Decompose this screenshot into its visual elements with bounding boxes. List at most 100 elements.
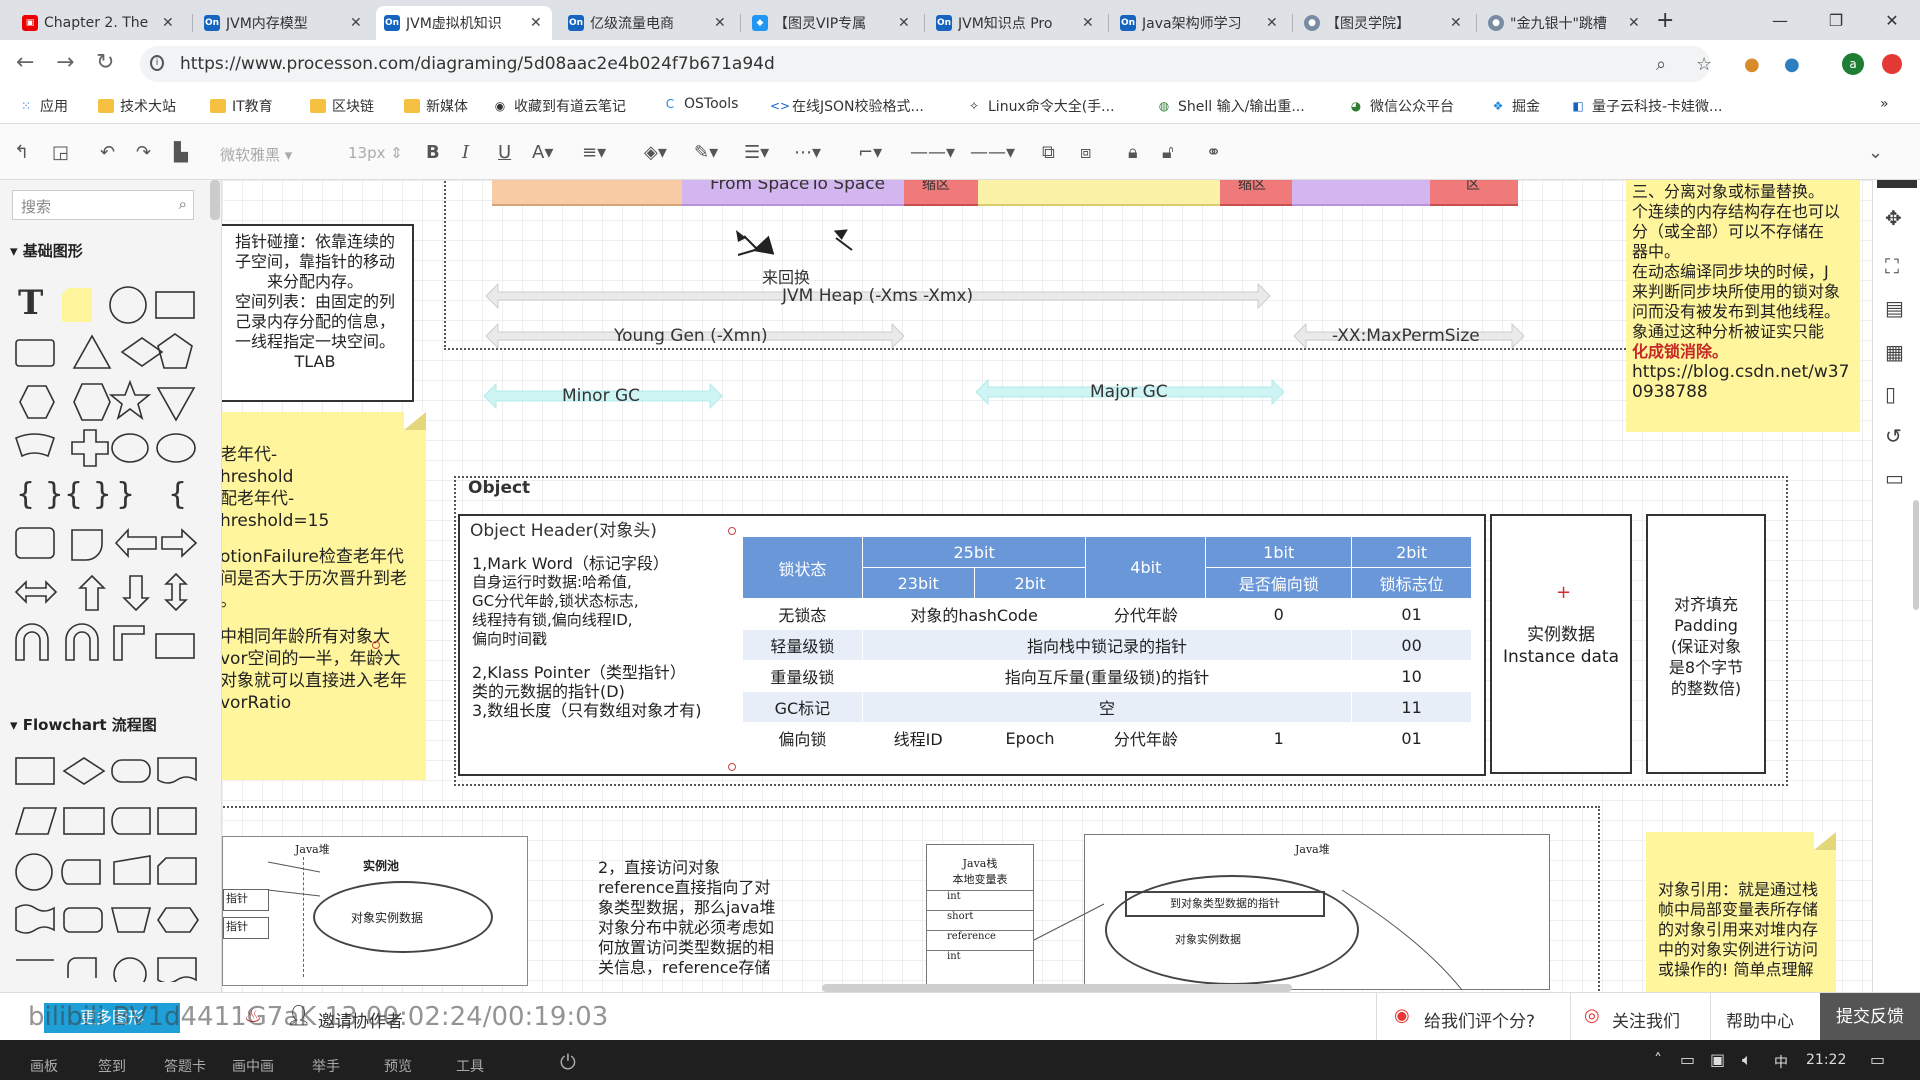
zoom-icon[interactable]: ⌕ (1656, 54, 1666, 75)
send-back-icon[interactable]: ⧈ (1080, 142, 1091, 163)
font-size-select[interactable]: 13px ⇕ (348, 144, 404, 162)
bookmark-folder[interactable]: 区块链 (310, 96, 374, 116)
bookmark-youdao[interactable]: ◉ 收藏到有道云笔记 (492, 96, 626, 116)
profile-avatar[interactable]: a (1842, 53, 1864, 75)
comment-icon[interactable]: ▭ (1885, 466, 1904, 490)
bookmark-wechat[interactable]: ◕ 微信公众平台 (1348, 96, 1454, 116)
old-gen-note[interactable]: 老年代- hreshold 配老年代- hreshold=15 otionFai… (222, 412, 426, 780)
volume-icon[interactable]: 🔈︎ (1742, 1050, 1752, 1070)
network-icon[interactable]: ▣ (1710, 1050, 1725, 1069)
bold-icon[interactable]: B (426, 142, 440, 163)
reload-icon[interactable]: ↻ (96, 50, 114, 75)
feedback-button[interactable]: 提交反馈 (1820, 993, 1920, 1041)
padding-box[interactable]: 对齐填充 Padding (保证对象 是8个字节 的整数倍) (1646, 514, 1766, 774)
bookmark-shell[interactable]: ◍ Shell 输入/输出重... (1156, 96, 1305, 116)
lock-icon[interactable]: 🔒︎ (1128, 142, 1138, 163)
bookmark-folder[interactable]: 新媒体 (404, 96, 468, 116)
new-tab-button[interactable]: + (1656, 8, 1674, 33)
bookmark-quantum[interactable]: ◧ 量子云科技-卡娃微... (1570, 96, 1722, 116)
font-color-icon[interactable]: A▾ (532, 142, 553, 163)
redo-icon[interactable]: ↷ (136, 142, 151, 163)
help-center-button[interactable]: 帮助中心 (1726, 1007, 1794, 1032)
globe-extension-icon[interactable]: ● (1784, 54, 1800, 75)
taskbar-item[interactable]: 预览 (384, 1056, 412, 1076)
tab-jinjiu[interactable]: ● "金九银十"跳槽 ✕ (1480, 6, 1650, 40)
taskbar-item[interactable]: 举手 (312, 1056, 340, 1076)
mark-word-table[interactable]: 锁状态 25bit 4bit 1bit 2bit 23bit 2bit 是否偏向… (742, 536, 1472, 754)
close-icon[interactable]: ✕ (1628, 15, 1642, 31)
fill-color-icon[interactable]: ◈▾ (644, 142, 667, 163)
clock[interactable]: 21:22 (1806, 1052, 1846, 1068)
anchor-point[interactable] (728, 763, 736, 771)
horizontal-scrollbar[interactable] (822, 984, 1292, 992)
tab-tuling[interactable]: ● 【图灵学院】 ✕ (1296, 6, 1472, 40)
battery-icon[interactable]: ▭ (1680, 1050, 1695, 1069)
instance-data-box[interactable]: + 实例数据 Instance data (1490, 514, 1632, 774)
format-painter-icon[interactable]: ▙ (174, 142, 188, 163)
escape-analysis-note[interactable]: 三、分离对象或标量替换。 个连续的内存结构存在也可以 分（或全部）可以不存储在 … (1626, 180, 1860, 432)
file-icon[interactable]: ▯ (1885, 382, 1896, 406)
shapes-icon[interactable]: ◲ (52, 142, 69, 163)
info-icon[interactable]: i (150, 55, 164, 71)
undo-icon[interactable]: ↶ (100, 142, 115, 163)
align-icon[interactable]: ≡▾ (582, 142, 606, 163)
underline-icon[interactable]: U (498, 142, 511, 163)
close-icon[interactable]: ✕ (530, 15, 544, 31)
line-end-icon[interactable]: ——▾ (970, 142, 1015, 163)
style-icon[interactable]: ⛶ (1885, 254, 1899, 278)
basic-shapes-grid[interactable]: T { } { } } { (12, 280, 202, 680)
anchor-point[interactable] (728, 527, 736, 535)
tab-vip[interactable]: ◆ 【图灵VIP专属 ✕ (744, 6, 920, 40)
history-icon[interactable]: ↺ (1885, 424, 1902, 448)
back-icon[interactable]: ← (16, 50, 34, 75)
line-style-icon[interactable]: ⋯▾ (794, 142, 821, 163)
bookmark-json[interactable]: <> 在线JSON校验格式... (770, 96, 924, 116)
tab-ecommerce[interactable]: On 亿级流量电商 ✕ (560, 6, 736, 40)
line-width-icon[interactable]: ☰▾ (744, 142, 769, 163)
flowchart-shapes-grid[interactable] (12, 752, 202, 982)
restore-icon[interactable]: ❐ (1808, 0, 1864, 40)
italic-icon[interactable]: I (462, 142, 469, 163)
bookmarks-more-icon[interactable]: » (1880, 96, 1889, 112)
tray-up-icon[interactable]: ˄ (1654, 1050, 1662, 1069)
bookmark-apps[interactable]: ⁙ 应用 (18, 96, 68, 116)
bookmark-ostools[interactable]: C OSTools (662, 96, 739, 112)
bookmark-folder[interactable]: 技术大站 (98, 96, 176, 116)
taskbar-item[interactable]: 工具 (456, 1056, 484, 1076)
rate-button[interactable]: 给我们评个分? (1424, 1007, 1535, 1032)
star-icon[interactable]: ☆ (1696, 54, 1712, 75)
url-input[interactable]: https://www.processon.com/diagraming/5d0… (140, 46, 1710, 82)
close-icon[interactable]: ✕ (1266, 15, 1280, 31)
notification-icon[interactable]: ▭ (1870, 1050, 1885, 1069)
bookmark-linux[interactable]: ✧ Linux命令大全(手... (966, 96, 1115, 116)
tab-chapter2[interactable]: ▣ Chapter 2. The ✕ (14, 6, 184, 40)
connector-icon[interactable]: ⌐▾ (858, 142, 882, 163)
unlock-icon[interactable]: 🔓︎ (1162, 142, 1174, 163)
bring-front-icon[interactable]: ⧉ (1042, 142, 1055, 163)
panel-scrollbar[interactable] (210, 180, 220, 220)
tab-jvm-knowledge[interactable]: On JVM知识点 Pro ✕ (928, 6, 1104, 40)
font-family-select[interactable]: 微软雅黑 ▾ (220, 144, 320, 165)
window-close-icon[interactable]: ✕ (1864, 0, 1920, 40)
taskbar-item[interactable]: 画中画 (232, 1056, 274, 1076)
back-arrow-icon[interactable]: ↰ (14, 142, 29, 163)
vertical-scrollbar[interactable] (1913, 500, 1919, 610)
line-start-icon[interactable]: ——▾ (910, 142, 955, 163)
close-icon[interactable]: ✕ (714, 15, 728, 31)
bookmark-juejin[interactable]: ❖ 掘金 (1490, 96, 1540, 116)
anchor-point[interactable] (372, 641, 380, 649)
tab-jvm-vm[interactable]: On JVM虚拟机知识 ✕ (376, 6, 552, 40)
ime-indicator[interactable]: 中 (1774, 1052, 1788, 1072)
tlab-note[interactable]: 指针碰撞：依靠连续的 子空间，靠指针的移动 来分配内存。 空间列表：由固定的列 … (222, 224, 414, 402)
forward-icon[interactable]: → (56, 50, 74, 75)
taskbar-item[interactable]: 签到 (98, 1056, 126, 1076)
tab-jvm-memory[interactable]: On JVM内存模型 ✕ (196, 6, 372, 40)
close-icon[interactable]: ✕ (1082, 15, 1096, 31)
data-icon[interactable]: ▦ (1885, 340, 1904, 364)
close-icon[interactable]: ✕ (1450, 15, 1464, 31)
close-icon[interactable]: ✕ (162, 15, 176, 31)
line-color-icon[interactable]: ✎▾ (694, 142, 718, 163)
section-flowchart[interactable]: ▾ Flowchart 流程图 (10, 714, 157, 735)
cookie-extension-icon[interactable]: ● (1744, 54, 1760, 75)
tab-java-architect[interactable]: On Java架构师学习 ✕ (1112, 6, 1288, 40)
